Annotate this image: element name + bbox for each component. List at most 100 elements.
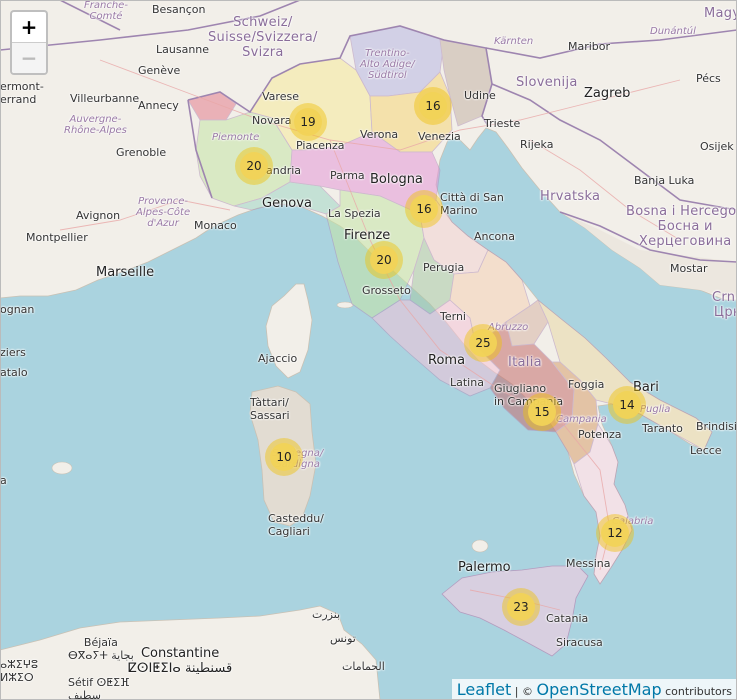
marker-cluster-lazio[interactable]: 25 (464, 324, 502, 362)
label-verona: Verona (360, 128, 399, 141)
label-campania: Campania (556, 414, 607, 425)
cluster-count: 19 (294, 108, 322, 136)
label-roma: Roma (428, 353, 466, 368)
zoom-in-button[interactable]: + (12, 12, 46, 43)
marker-cluster-emilia-romagna[interactable]: 16 (405, 190, 443, 228)
marker-cluster-toscana[interactable]: 20 (365, 241, 403, 279)
marker-cluster-puglia[interactable]: 14 (608, 386, 646, 424)
cluster-count: 15 (528, 398, 556, 426)
label-annecy: Annecy (138, 99, 179, 112)
label-besancon: Besançon (152, 3, 206, 16)
label-grenoble: Grenoble (116, 146, 167, 159)
cluster-count: 25 (469, 329, 497, 357)
label-brindisi: Brindisi (696, 420, 737, 433)
label-trieste: Trieste (484, 117, 521, 130)
label-bizerte: بنزرت (312, 608, 341, 621)
label-catalo: atalo (0, 366, 28, 379)
label-mostar: Mostar (670, 262, 708, 275)
label-trentino: Trentino- Alto Adige/ Südtirol (360, 48, 415, 81)
label-san-marino: Città di San Marino (440, 191, 504, 217)
map-base-layer (0, 0, 737, 700)
marker-cluster-calabria[interactable]: 12 (596, 514, 634, 552)
attribution-separator: | © (511, 685, 537, 698)
marker-cluster-sicilia[interactable]: 23 (502, 588, 540, 626)
label-perugia: Perugia (423, 261, 465, 274)
label-piemonte: Piemonte (212, 132, 260, 143)
label-lausanne: Lausanne (156, 43, 210, 56)
label-messina: Messina (566, 557, 611, 570)
map-container[interactable]: Franche- Comté Besançon Schweiz/ Suisse/… (0, 0, 737, 700)
label-novara: Novara (252, 114, 292, 127)
label-marseille: Marseille (96, 265, 155, 280)
label-palermo: Palermo (458, 560, 511, 575)
label-hammamet: الحمامات (342, 660, 385, 673)
label-rijeka: Rijeka (520, 138, 554, 151)
zoom-control: + − (10, 10, 48, 75)
label-zagreb: Zagreb (584, 86, 631, 101)
label-genova: Genova (262, 196, 312, 211)
label-provence: Provence- Alpes-Côte d'Azur (136, 196, 191, 229)
label-bologna: Bologna (370, 172, 423, 187)
label-ognan: ognan (0, 303, 35, 316)
cluster-count: 12 (601, 519, 629, 547)
openstreetmap-link[interactable]: OpenStreetMap (536, 680, 661, 699)
label-maribor: Maribor (568, 40, 611, 53)
label-bosna: Bosna i Hercegov Босна и Херцеговина (626, 204, 737, 249)
label-tattari: Tàttari/ Sassari (250, 396, 290, 422)
label-dunantul: Dunántúl (650, 26, 696, 37)
label-magy: Magy (704, 6, 737, 21)
label-constantine: Constantine ⵇⵙⵏⵟⵉⵏⴰ قسنطينة (128, 646, 233, 676)
label-foggia: Foggia (568, 378, 605, 391)
label-montpellier: Montpellier (26, 231, 88, 244)
label-parma: Parma (330, 169, 365, 182)
label-avignon: Avignon (76, 209, 121, 222)
label-udine: Udine (464, 89, 496, 102)
label-piacenza: Piacenza (296, 139, 345, 152)
label-pecs: Pécs (696, 72, 721, 85)
label-villeurbanne: Villeurbanne (70, 92, 140, 105)
label-catania: Catania (546, 612, 589, 625)
label-franche-comte: Franche- Comté (84, 0, 128, 22)
label-latina: Latina (450, 376, 484, 389)
label-monaco: Monaco (194, 219, 237, 232)
label-osijek: Osijek (700, 140, 734, 153)
marker-cluster-piemonte[interactable]: 20 (235, 147, 273, 185)
label-ajaccio: Ajaccio (258, 352, 298, 365)
marker-cluster-veneto[interactable]: 16 (414, 87, 452, 125)
label-venezia: Venezia (418, 130, 461, 143)
attribution: Leaflet | © OpenStreetMap contributors (451, 679, 737, 700)
zoom-out-button[interactable]: − (12, 43, 46, 73)
label-hrvatska: Hrvatska (540, 189, 601, 204)
marker-cluster-sardegna[interactable]: 10 (265, 438, 303, 476)
label-taranto: Taranto (642, 422, 683, 435)
cluster-count: 10 (270, 443, 298, 471)
label-tizi: ⴰⵣⵉⵖⵓ ⵍⵣⵉⵔ (0, 658, 38, 684)
cluster-count: 20 (240, 152, 268, 180)
label-bejaia: Béjaïa ⴱⴳⴰⵢⵜ بجاية (68, 636, 134, 662)
label-la-spezia: La Spezia (328, 207, 381, 220)
label-crna: Crna Црн (712, 290, 737, 320)
label-ermont: ermont- errand (0, 80, 44, 106)
leaflet-link[interactable]: Leaflet (457, 680, 511, 699)
cluster-count: 16 (419, 92, 447, 120)
label-auvergne: Auvergne- Rhône-Alpes (64, 114, 127, 136)
marker-cluster-lombardia[interactable]: 19 (289, 103, 327, 141)
label-varese: Varese (262, 90, 299, 103)
label-sa: a (0, 474, 7, 487)
label-karnten: Kärnten (494, 36, 534, 47)
label-beziers: ziers (0, 346, 26, 359)
label-geneve: Genève (138, 64, 181, 77)
label-grosseto: Grosseto (362, 284, 411, 297)
label-ancona: Ancona (474, 230, 515, 243)
label-tunis: تونس (330, 632, 356, 645)
label-potenza: Potenza (578, 428, 622, 441)
cluster-count: 16 (410, 195, 438, 223)
label-schweiz: Schweiz/ Suisse/Svizzera/ Svizra (208, 15, 318, 60)
label-terni: Terni (440, 310, 466, 323)
marker-cluster-campania[interactable]: 15 (523, 393, 561, 431)
label-setif: Sétif ⵙⵟⵉⴼ سطيف (68, 676, 130, 700)
label-casteddu: Casteddu/ Cagliari (268, 512, 324, 538)
label-siracusa: Siracusa (556, 636, 603, 649)
cluster-count: 20 (370, 246, 398, 274)
label-italia: Italia (508, 355, 542, 370)
